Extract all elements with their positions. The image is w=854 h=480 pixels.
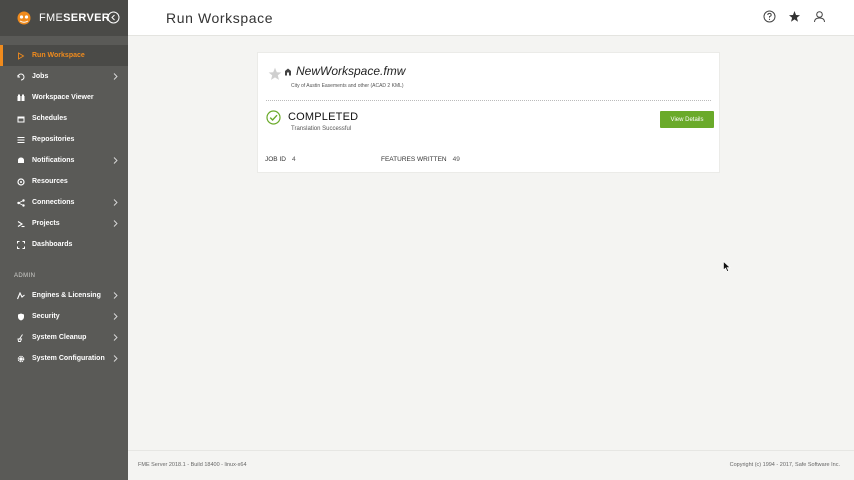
features-written: FEATURES WRITTEN 49 (381, 156, 460, 163)
sidebar-item-label: Repositories (32, 136, 75, 143)
sidebar-item-label: System Cleanup (32, 334, 87, 341)
dashboard-icon (16, 240, 25, 249)
share-icon (16, 198, 25, 207)
job-id: JOB ID 4 (265, 156, 296, 163)
mouse-cursor-icon (723, 261, 731, 272)
sidebar-item-projects[interactable]: Projects (0, 213, 128, 234)
gear-icon (16, 354, 25, 363)
workspace-description: City of Austin Easements and other (ACAD… (291, 83, 404, 89)
fme-logo-icon (17, 11, 31, 25)
shield-icon (16, 312, 25, 321)
favorites-star-icon[interactable] (788, 10, 801, 23)
build-info: FME Server 2018.1 - Build 18400 - linux-… (138, 462, 247, 468)
sidebar-item-label: Connections (32, 199, 75, 206)
repository-icon (16, 135, 25, 144)
projects-icon (16, 219, 25, 228)
sidebar-item-label: Security (32, 313, 60, 320)
sidebar-item-label: Schedules (32, 115, 68, 122)
admin-nav: Engines & Licensing Security System Clea… (0, 285, 128, 369)
sidebar-item-label: Workspace Viewer (32, 94, 94, 101)
sidebar-item-repositories[interactable]: Repositories (0, 129, 128, 150)
success-check-icon (266, 110, 281, 125)
notification-icon (16, 156, 25, 165)
chevron-right-icon (113, 220, 118, 227)
job-id-value: 4 (291, 156, 296, 163)
chevron-right-icon (113, 334, 118, 341)
workspace-file-icon (285, 68, 291, 76)
sidebar-item-resources[interactable]: Resources (0, 171, 128, 192)
sidebar-item-notifications[interactable]: Notifications (0, 150, 128, 171)
viewer-icon (16, 93, 25, 102)
play-icon (16, 51, 25, 60)
chevron-right-icon (113, 199, 118, 206)
page-title: Run Workspace (166, 9, 274, 26)
favorite-star-icon[interactable] (268, 67, 282, 81)
chevron-right-icon (113, 355, 118, 362)
chevron-right-icon (113, 157, 118, 164)
sidebar-item-jobs[interactable]: Jobs (0, 66, 128, 87)
card-divider (266, 100, 711, 101)
engine-icon (16, 291, 25, 300)
jobs-icon (16, 72, 25, 81)
sidebar: FMESERVER Run Workspace Jobs Workspace V… (0, 0, 128, 480)
admin-section-label: ADMIN (14, 273, 36, 279)
sidebar-item-label: Run Workspace (32, 52, 85, 59)
job-status-message: Translation Successful (291, 126, 352, 132)
sidebar-item-dashboards[interactable]: Dashboards (0, 234, 128, 255)
chevron-right-icon (113, 292, 118, 299)
sidebar-item-security[interactable]: Security (0, 306, 128, 327)
sidebar-item-engines-licensing[interactable]: Engines & Licensing (0, 285, 128, 306)
sidebar-item-label: Resources (32, 178, 68, 185)
job-status: COMPLETED (288, 111, 359, 123)
job-id-label: JOB ID (265, 156, 286, 163)
view-details-button[interactable]: View Details (660, 111, 714, 128)
user-icon[interactable] (813, 10, 826, 23)
resources-icon (16, 177, 25, 186)
chevron-right-icon (113, 73, 118, 80)
help-icon[interactable] (763, 10, 776, 23)
sidebar-item-schedules[interactable]: Schedules (0, 108, 128, 129)
top-header: Run Workspace (128, 0, 854, 36)
sidebar-item-label: Jobs (32, 73, 49, 80)
sidebar-item-system-configuration[interactable]: System Configuration (0, 348, 128, 369)
sidebar-item-label: Dashboards (32, 241, 73, 248)
sidebar-item-system-cleanup[interactable]: System Cleanup (0, 327, 128, 348)
sidebar-item-workspace-viewer[interactable]: Workspace Viewer (0, 87, 128, 108)
sidebar-item-label: Engines & Licensing (32, 292, 101, 299)
calendar-icon (16, 114, 25, 123)
features-written-value: 49 (452, 156, 460, 163)
main-nav: Run Workspace Jobs Workspace Viewer Sche… (0, 45, 128, 255)
sidebar-item-label: Notifications (32, 157, 75, 164)
cleanup-icon (16, 333, 25, 342)
footer: FME Server 2018.1 - Build 18400 - linux-… (128, 450, 854, 480)
brand[interactable]: FMESERVER (0, 0, 128, 36)
sidebar-item-label: System Configuration (32, 355, 105, 362)
header-actions (763, 10, 826, 23)
brand-text: FMESERVER (39, 12, 110, 24)
sidebar-item-run-workspace[interactable]: Run Workspace (0, 45, 128, 66)
sidebar-item-connections[interactable]: Connections (0, 192, 128, 213)
sidebar-item-label: Projects (32, 220, 60, 227)
collapse-sidebar-icon[interactable] (107, 11, 120, 24)
workspace-name[interactable]: NewWorkspace.fmw (296, 64, 405, 78)
job-result-card: NewWorkspace.fmw City of Austin Easement… (257, 52, 720, 173)
chevron-right-icon (113, 313, 118, 320)
copyright: Copyright (c) 1994 - 2017, Safe Software… (729, 462, 840, 468)
features-written-label: FEATURES WRITTEN (381, 156, 447, 163)
